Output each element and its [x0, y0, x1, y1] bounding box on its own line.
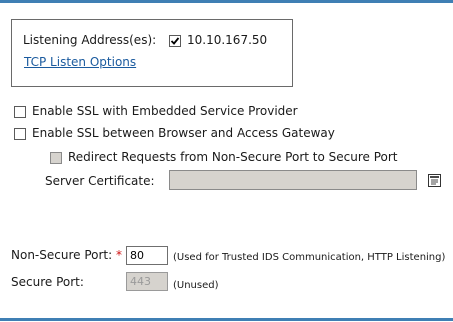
required-marker: * — [115, 248, 122, 262]
non-secure-port-input[interactable] — [126, 246, 168, 265]
enable-ssl-embedded-checkbox[interactable] — [14, 106, 26, 118]
enable-ssl-browser-label: Enable SSL between Browser and Access Ga… — [32, 126, 335, 140]
enable-ssl-browser-checkbox[interactable] — [14, 128, 26, 140]
bottom-divider — [0, 318, 453, 321]
redirect-secure-checkbox[interactable] — [50, 152, 62, 164]
server-certificate-field[interactable] — [169, 170, 417, 190]
secure-port-label: Secure Port: — [11, 275, 84, 289]
checkmark-icon — [170, 37, 180, 45]
secure-port-input[interactable] — [126, 272, 168, 291]
enable-ssl-embedded-label: Enable SSL with Embedded Service Provide… — [32, 104, 298, 118]
top-divider — [0, 0, 453, 3]
secure-port-note: (Unused) — [173, 280, 219, 291]
listening-address-label: Listening Address(es): — [23, 33, 157, 47]
server-certificate-label: Server Certificate: — [45, 174, 155, 188]
non-secure-port-label: Non-Secure Port: * — [11, 248, 122, 262]
redirect-secure-label: Redirect Requests from Non-Secure Port t… — [68, 150, 398, 164]
non-secure-port-label-text: Non-Secure Port: — [11, 248, 113, 262]
non-secure-port-note: (Used for Trusted IDS Communication, HTT… — [173, 252, 446, 263]
listening-address-panel — [11, 19, 293, 87]
listening-address-checkbox[interactable] — [169, 35, 181, 47]
tcp-listen-options-link[interactable]: TCP Listen Options — [24, 55, 136, 69]
browse-list-icon[interactable] — [428, 174, 441, 187]
listening-address-value: 10.10.167.50 — [187, 33, 268, 47]
